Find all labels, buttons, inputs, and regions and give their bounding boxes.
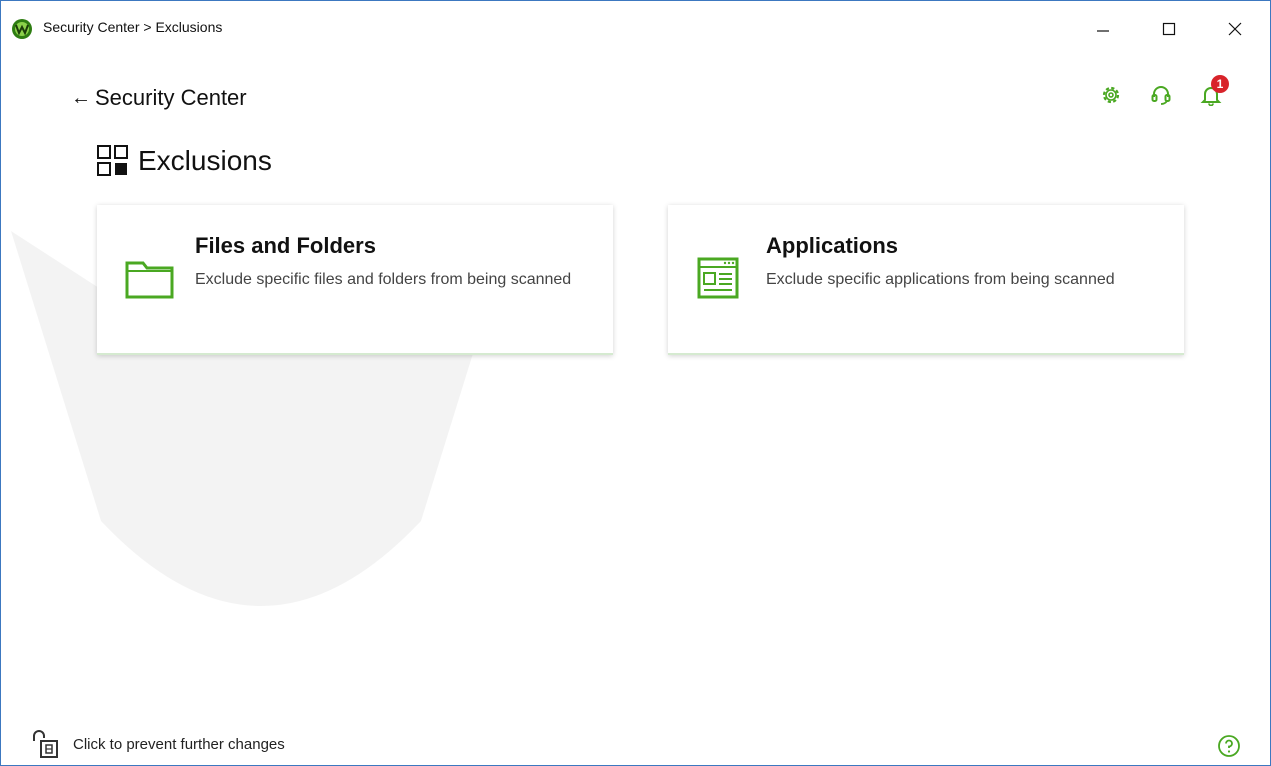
settings-button[interactable] [1097, 81, 1125, 109]
lock-settings-button[interactable]: Click to prevent further changes [31, 729, 285, 759]
card-title: Files and Folders [195, 233, 376, 258]
back-to-security-center[interactable]: ← Security Center [71, 85, 247, 111]
page-header: Exclusions [96, 144, 272, 178]
folder-icon [125, 261, 174, 299]
help-icon[interactable] [1217, 734, 1241, 758]
back-arrow-icon: ← [71, 87, 91, 109]
applications-card[interactable]: Applications Exclude specific applicatio… [668, 205, 1184, 355]
grid-icon [97, 145, 128, 176]
header-toolbar: 1 [1097, 75, 1229, 109]
notification-badge: 1 [1211, 75, 1229, 93]
application-window-icon [697, 257, 739, 299]
lock-text: Click to prevent further changes [73, 735, 285, 753]
support-button[interactable] [1147, 81, 1175, 109]
card-description: Exclude specific files and folders from … [195, 271, 572, 288]
unlocked-padlock-icon [33, 730, 58, 758]
app-logo-icon [12, 19, 32, 39]
support-icon [1151, 86, 1171, 105]
page-title: Exclusions [138, 145, 272, 176]
close-button[interactable] [1212, 11, 1258, 47]
minimize-icon [1097, 30, 1109, 32]
maximize-button[interactable] [1146, 11, 1192, 47]
notifications-button[interactable]: 1 [1197, 75, 1229, 109]
maximize-icon [1162, 22, 1176, 36]
title-bar: Security Center > Exclusions [1, 1, 1270, 57]
app-window: Security Center > Exclusions ← Security … [0, 0, 1271, 766]
minimize-button[interactable] [1080, 11, 1126, 47]
close-icon [1228, 22, 1242, 36]
card-title: Applications [766, 233, 899, 258]
back-label: Security Center [95, 85, 247, 110]
card-description: Exclude specific applications from being… [766, 271, 1115, 288]
files-and-folders-card[interactable]: Files and Folders Exclude specific files… [97, 205, 613, 355]
gear-icon [1102, 86, 1120, 104]
window-title: Security Center > Exclusions [43, 19, 223, 35]
